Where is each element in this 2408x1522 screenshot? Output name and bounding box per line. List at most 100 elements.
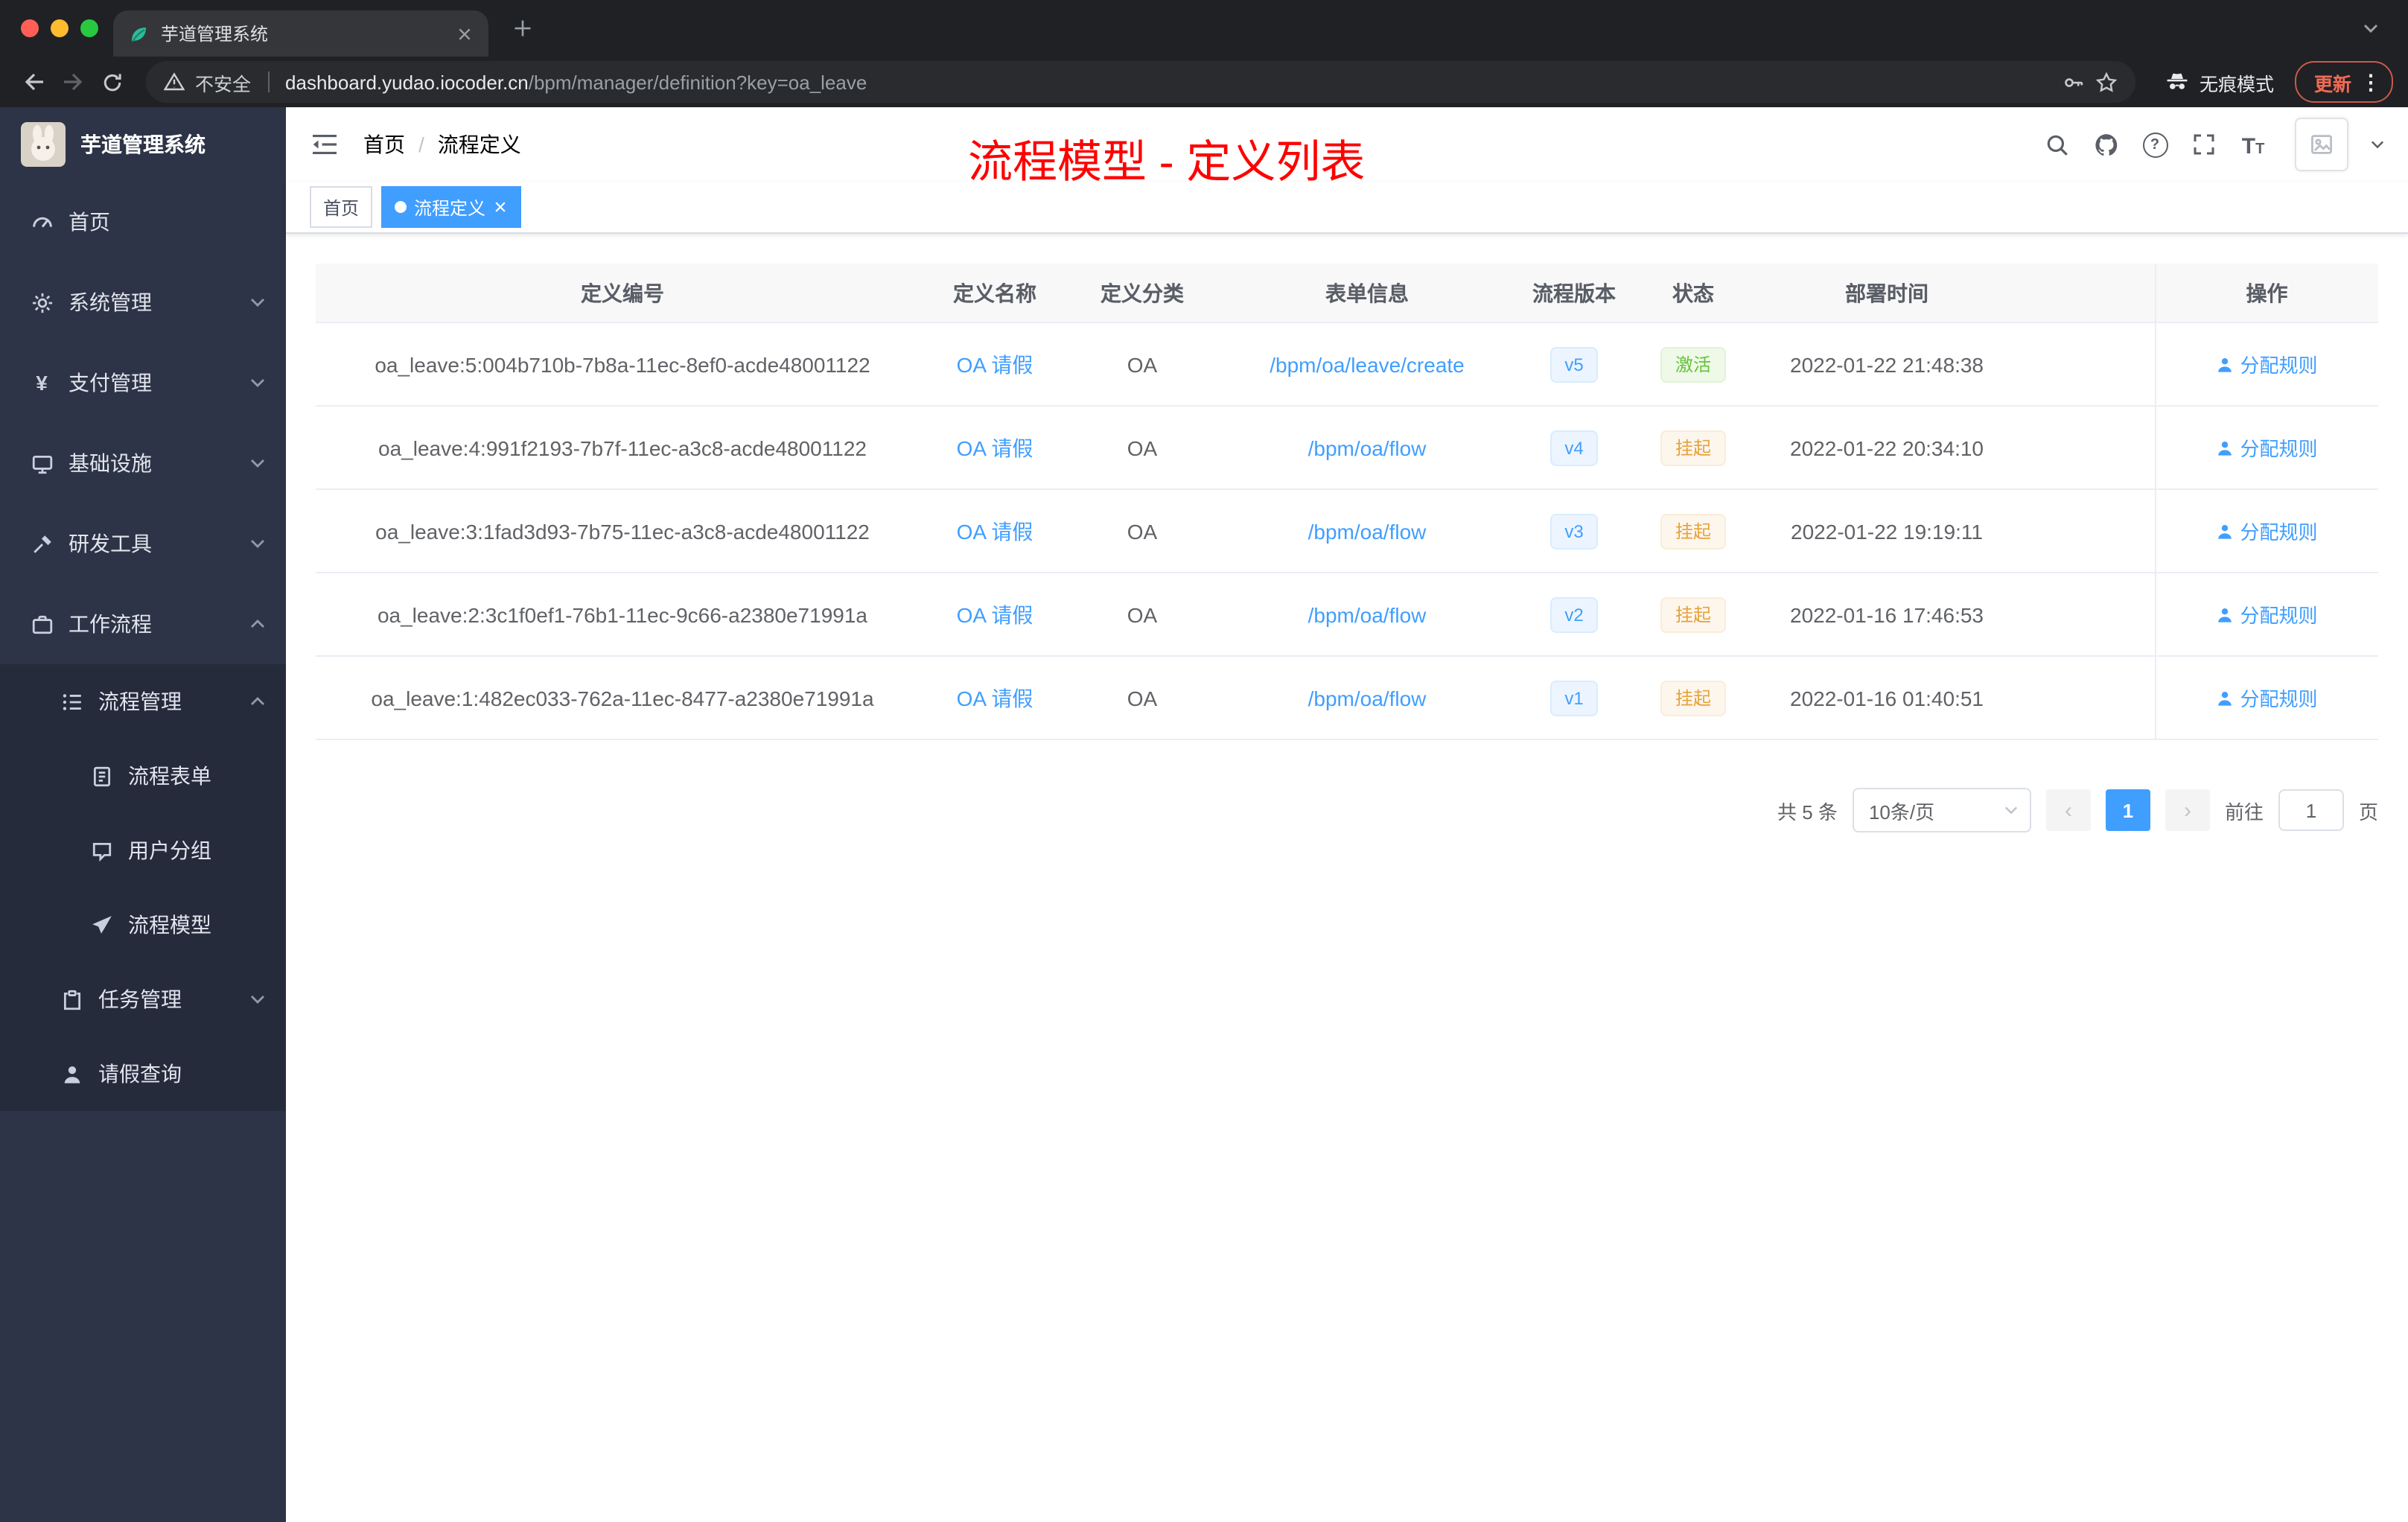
version-badge: v4 [1549, 430, 1599, 465]
col-filler [2025, 264, 2155, 323]
pagination-total: 共 5 条 [1777, 800, 1838, 823]
version-badge: v2 [1549, 596, 1599, 632]
sidebar-item-label: 请假查询 [98, 1062, 182, 1086]
form-info-link[interactable]: /bpm/oa/flow [1308, 519, 1427, 543]
bookmark-star-icon[interactable] [2095, 71, 2118, 93]
assign-rule-link[interactable]: 分配规则 [2216, 600, 2318, 628]
form-icon [89, 764, 113, 788]
browser-tab[interactable]: 芋道管理系统 [113, 10, 488, 57]
definition-name-link[interactable]: OA 请假 [957, 686, 1033, 710]
url-path: /bpm/manager/definition?key=oa_leave [528, 71, 867, 93]
chevron-up-icon [250, 697, 265, 706]
status-badge: 挂起 [1660, 680, 1726, 716]
tag-process-definition[interactable]: 流程定义 [381, 186, 522, 228]
sidebar-item-workflow[interactable]: 工作流程 [0, 584, 286, 664]
new-tab-button[interactable] [503, 9, 542, 48]
select-caret-down-icon [2004, 806, 2018, 815]
chevron-down-icon [250, 298, 265, 307]
sidebar-item-process-model[interactable]: 流程模型 [0, 888, 286, 962]
dashboard-icon [30, 210, 54, 234]
address-bar[interactable]: 不安全 dashboard.yudao.iocoder.cn/bpm/manag… [146, 61, 2135, 103]
filler-cell [2025, 489, 2155, 573]
fullscreen-icon[interactable] [2191, 131, 2217, 158]
filler-cell [2025, 322, 2155, 407]
forward-icon[interactable] [54, 63, 92, 101]
form-info-link[interactable]: /bpm/oa/leave/create [1270, 352, 1465, 376]
page-number-button[interactable]: 1 [2105, 789, 2150, 831]
assign-rule-label: 分配规则 [2240, 354, 2318, 377]
avatar[interactable] [2295, 118, 2348, 171]
reload-icon[interactable] [92, 63, 131, 101]
brand-header[interactable]: 芋道管理系统 [0, 107, 286, 182]
sidebar-item-infrastructure[interactable]: 基础设施 [0, 423, 286, 503]
breadcrumb-home[interactable]: 首页 [363, 130, 405, 159]
status-badge: 挂起 [1660, 596, 1726, 632]
back-icon[interactable] [15, 63, 54, 101]
browser-tabstrip: 芋道管理系统 [0, 0, 2408, 57]
form-info-link[interactable]: /bpm/oa/flow [1308, 436, 1427, 459]
menu-fold-icon[interactable] [310, 133, 340, 156]
next-page-button[interactable]: › [2165, 789, 2210, 831]
version-badge: v1 [1549, 680, 1599, 716]
font-large-glyph: T [2241, 134, 2256, 159]
minimize-window-button[interactable] [51, 19, 69, 37]
goto-page-input[interactable] [2278, 789, 2344, 831]
definition-category: OA [1060, 656, 1224, 740]
definition-name-link[interactable]: OA 请假 [957, 352, 1033, 376]
chevron-down-icon [250, 539, 265, 548]
chat-icon [89, 838, 113, 862]
sidebar-item-payment[interactable]: ¥ 支付管理 [0, 343, 286, 423]
sidebar-item-label: 流程模型 [128, 913, 211, 937]
assign-rule-link[interactable]: 分配规则 [2216, 684, 2318, 712]
col-status: 状态 [1638, 264, 1748, 323]
sidebar-item-system[interactable]: 系统管理 [0, 262, 286, 343]
assign-rule-label: 分配规则 [2240, 688, 2318, 710]
sidebar-item-task-management[interactable]: 任务管理 [0, 962, 286, 1037]
assign-rule-link[interactable]: 分配规则 [2216, 517, 2318, 545]
search-icon[interactable] [2043, 131, 2070, 158]
sidebar-item-home[interactable]: 首页 [0, 182, 286, 262]
tag-close-icon[interactable] [493, 200, 508, 214]
form-info-link[interactable]: /bpm/oa/flow [1308, 602, 1427, 626]
github-icon[interactable] [2092, 131, 2119, 158]
form-info-link[interactable]: /bpm/oa/flow [1308, 686, 1427, 710]
sidebar-item-process-form[interactable]: 流程表单 [0, 739, 286, 813]
tab-close-icon[interactable] [456, 25, 474, 42]
browser-update-button[interactable]: 更新 ⋮ [2294, 61, 2393, 103]
definition-name-link[interactable]: OA 请假 [957, 602, 1033, 626]
browser-menu-icon[interactable]: ⋮ [2360, 71, 2381, 92]
sidebar-item-devtools[interactable]: 研发工具 [0, 503, 286, 584]
tag-active-dot [395, 201, 407, 213]
close-window-button[interactable] [21, 19, 39, 37]
goto-prefix: 前往 [2224, 800, 2264, 823]
sidebar-item-label: 流程表单 [128, 764, 211, 788]
col-form-info: 表单信息 [1224, 264, 1510, 323]
table-header-row: 定义编号 定义名称 定义分类 表单信息 流程版本 状态 部署时间 操作 [316, 264, 2378, 323]
sidebar-item-leave-query[interactable]: 请假查询 [0, 1037, 286, 1111]
status-badge: 激活 [1660, 346, 1726, 382]
user-icon [60, 1062, 83, 1086]
assign-rule-link[interactable]: 分配规则 [2216, 350, 2318, 378]
table-row: oa_leave:4:991f2193-7b7f-11ec-a3c8-acde4… [316, 406, 2378, 490]
tag-home[interactable]: 首页 [310, 186, 373, 228]
zoom-window-button[interactable] [80, 19, 98, 37]
tab-overflow-chevron-icon[interactable] [2354, 12, 2387, 45]
sidebar-item-process-management[interactable]: 流程管理 [0, 664, 286, 739]
definition-name-link[interactable]: OA 请假 [957, 436, 1033, 459]
avatar-caret-down-icon[interactable] [2371, 140, 2384, 149]
incognito-label: 无痕模式 [2199, 74, 2274, 95]
chevron-down-icon [250, 459, 265, 468]
sidebar-item-user-group[interactable]: 用户分组 [0, 813, 286, 888]
deploy-time: 2022-01-22 20:34:10 [1748, 406, 2025, 490]
brand-title: 芋道管理系统 [80, 133, 206, 156]
key-icon[interactable] [2063, 71, 2085, 93]
col-definition-name: 定义名称 [929, 264, 1060, 323]
deploy-time: 2022-01-22 19:19:11 [1748, 489, 2025, 573]
assign-rule-link[interactable]: 分配规则 [2216, 433, 2318, 462]
page-size-select[interactable]: 10条/页 [1852, 788, 2031, 832]
font-size-icon[interactable]: TT [2240, 131, 2267, 158]
prev-page-button[interactable]: ‹ [2045, 789, 2091, 831]
definition-name-link[interactable]: OA 请假 [957, 519, 1033, 543]
help-icon[interactable]: ? [2141, 131, 2168, 158]
sidebar-item-label: 流程管理 [98, 690, 182, 713]
